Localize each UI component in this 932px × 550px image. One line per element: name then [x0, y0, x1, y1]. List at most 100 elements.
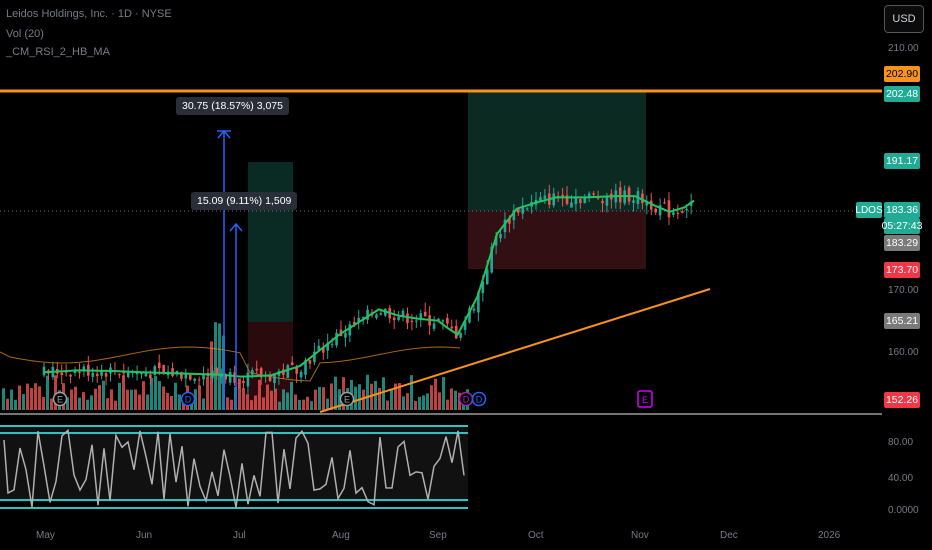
volume-bar — [438, 392, 441, 410]
price-badge: 165.21 — [884, 313, 920, 329]
x-label: May — [36, 530, 55, 541]
candle-body — [379, 313, 383, 315]
candle-body — [69, 374, 72, 377]
currency-button[interactable]: USD — [884, 5, 924, 33]
volume-bar — [106, 398, 109, 410]
candle-body — [162, 364, 165, 372]
volume-bar — [266, 384, 269, 410]
measure-label-large: 30.75 (18.57%) 3,075 — [176, 97, 289, 115]
volume-bar — [278, 401, 281, 410]
volume-bar — [362, 389, 365, 410]
volume-bar — [98, 385, 101, 410]
candle-body — [228, 372, 232, 383]
volume-bar — [354, 386, 357, 410]
candle-body — [330, 344, 334, 346]
volume-bar — [294, 394, 297, 410]
volume-bar — [202, 398, 205, 410]
volume-bar — [18, 385, 21, 410]
candle-body — [605, 197, 609, 206]
event-marker-letter: E — [57, 395, 63, 405]
rsi-tick: 80.00 — [888, 437, 914, 448]
volume-bar — [198, 385, 201, 410]
candle-body — [144, 372, 148, 377]
candle-body — [392, 317, 396, 321]
candle-body — [78, 371, 81, 373]
volume-bar — [170, 395, 173, 410]
candle-body — [432, 323, 436, 329]
volume-bar — [206, 376, 209, 410]
candle-body — [202, 374, 205, 380]
volume-bar — [430, 385, 433, 410]
volume-bar — [450, 388, 453, 410]
candle-body — [680, 211, 684, 214]
candle-body — [423, 311, 427, 317]
candle-body — [525, 208, 529, 210]
candle-body — [375, 314, 378, 318]
candle-body — [570, 202, 573, 208]
candle-body — [290, 362, 294, 366]
volume-bar — [286, 392, 289, 410]
volume-bar — [242, 388, 245, 410]
x-label: Sep — [429, 530, 447, 541]
volume-bar — [418, 396, 421, 410]
candle-body — [60, 372, 64, 376]
rsi-tick: 0.0000 — [888, 505, 919, 516]
candle-body — [149, 374, 152, 379]
candle-body — [197, 379, 201, 381]
candle-body — [220, 375, 223, 378]
candle-body — [543, 195, 547, 199]
volume-bar — [322, 387, 325, 410]
x-label: Aug — [332, 530, 350, 541]
candle-body — [242, 380, 245, 384]
volume-bar — [270, 390, 273, 410]
volume-bar — [162, 386, 165, 410]
volume-bar — [214, 322, 217, 410]
volume-bar — [426, 393, 429, 410]
volume-bar — [390, 388, 393, 410]
volume-bar — [446, 399, 449, 410]
candle-body — [663, 202, 666, 204]
candle-body — [539, 197, 542, 201]
price-badge: 202.48 — [884, 86, 920, 102]
volume-bar — [90, 395, 93, 410]
candle-body — [299, 371, 303, 378]
candle-body — [246, 372, 250, 387]
volume-bar — [122, 375, 125, 410]
candle-body — [592, 193, 595, 195]
y-tick: 160.00 — [888, 347, 919, 358]
volume-bar — [302, 399, 305, 410]
candle-body — [153, 366, 157, 376]
candle-body — [237, 382, 241, 384]
volume-bar — [318, 386, 321, 410]
x-label: Oct — [528, 530, 544, 541]
candle-body — [415, 320, 418, 322]
volume-bar — [334, 376, 337, 410]
event-marker-letter: E — [344, 395, 350, 405]
volume-bar — [114, 400, 117, 410]
candle-body — [574, 197, 578, 205]
candle-body — [348, 324, 352, 336]
x-label: 2026 — [818, 530, 841, 541]
candle-body — [308, 360, 312, 364]
candle-body — [667, 200, 671, 218]
price-badge: 191.17 — [884, 153, 920, 169]
volume-bar — [310, 401, 313, 410]
candle-body — [42, 366, 46, 376]
price-badge: 183.36 — [884, 202, 920, 218]
volume-bar — [30, 388, 33, 410]
event-marker-letter: D — [463, 395, 470, 405]
candle-body — [618, 187, 622, 203]
candle-body — [118, 373, 121, 375]
volume-bar — [126, 389, 129, 410]
volume-bar — [410, 375, 413, 410]
candle-body — [335, 332, 338, 346]
volume-bar — [134, 389, 137, 410]
volume-bar — [282, 389, 285, 410]
volume-bar — [290, 381, 293, 410]
candle-body — [406, 313, 409, 324]
candle-body — [95, 373, 99, 376]
price-chart[interactable]: EDEDDE — [0, 0, 932, 550]
volume-bar — [454, 390, 457, 410]
rsi-indicator-label: _CM_RSI_2_HB_MA — [6, 46, 110, 58]
volume-bar — [22, 394, 25, 410]
